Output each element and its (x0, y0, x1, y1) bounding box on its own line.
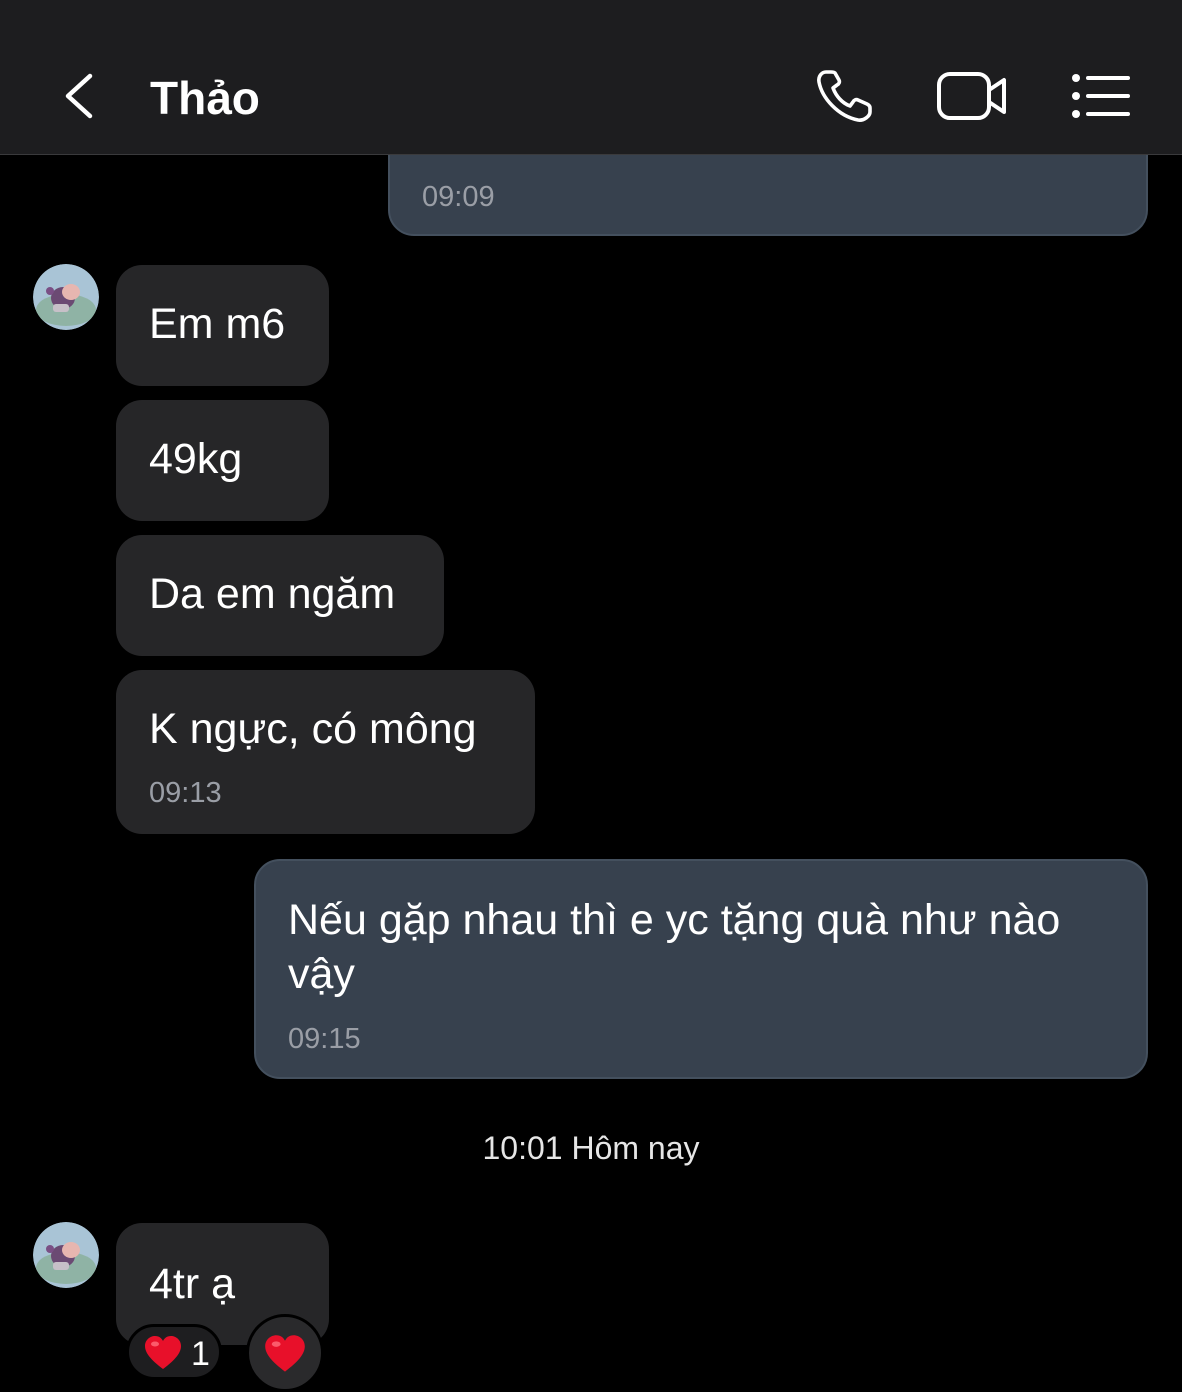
video-camera-icon (937, 72, 1006, 120)
message-time: 09:15 (288, 1023, 361, 1055)
reaction-count: 1 (191, 1335, 210, 1373)
chat-screen: Thảo 09:09 Em m6 49kg Da em ngăm K ngực,… (0, 0, 1182, 1392)
message-text-line-2: vậy (288, 950, 355, 998)
message-text: Em m6 (149, 300, 286, 348)
incoming-message[interactable]: 49kg (116, 400, 329, 521)
message-time: 09:13 (149, 777, 222, 809)
message-text: 4tr ạ (149, 1260, 236, 1308)
avatar-image (33, 1222, 99, 1288)
heart-icon (265, 1335, 305, 1372)
message-text: 49kg (149, 435, 243, 483)
incoming-message[interactable]: Em m6 (116, 265, 329, 386)
react-button[interactable] (246, 1314, 324, 1392)
chevron-left-icon (65, 73, 93, 119)
video-call-button[interactable] (934, 68, 1010, 124)
phone-icon (817, 70, 872, 122)
outgoing-message[interactable]: Nếu gặp nhau thì e yc tặng quà như nào v… (254, 859, 1148, 1079)
incoming-message[interactable]: K ngực, có mông 09:13 (116, 670, 535, 834)
reaction-badge[interactable]: 1 (126, 1324, 222, 1380)
heart-icon (145, 1336, 181, 1369)
contact-name[interactable]: Thảo (150, 70, 260, 126)
call-button[interactable] (812, 66, 878, 126)
contact-avatar[interactable] (33, 1222, 99, 1288)
chat-header: Thảo (0, 0, 1182, 155)
message-text-line-1: Nếu gặp nhau thì e yc tặng quà như nào (288, 896, 1061, 944)
message-text: K ngực, có mông (149, 705, 477, 753)
message-time: 09:09 (422, 181, 495, 213)
contact-avatar[interactable] (33, 264, 99, 330)
menu-button[interactable] (1068, 70, 1132, 122)
message-text: Da em ngăm (149, 570, 396, 618)
avatar-image (33, 264, 99, 330)
incoming-message[interactable]: Da em ngăm (116, 535, 444, 656)
date-separator: 10:01 Hôm nay (482, 1130, 700, 1166)
list-menu-icon (1072, 74, 1130, 118)
back-button[interactable] (56, 70, 104, 122)
